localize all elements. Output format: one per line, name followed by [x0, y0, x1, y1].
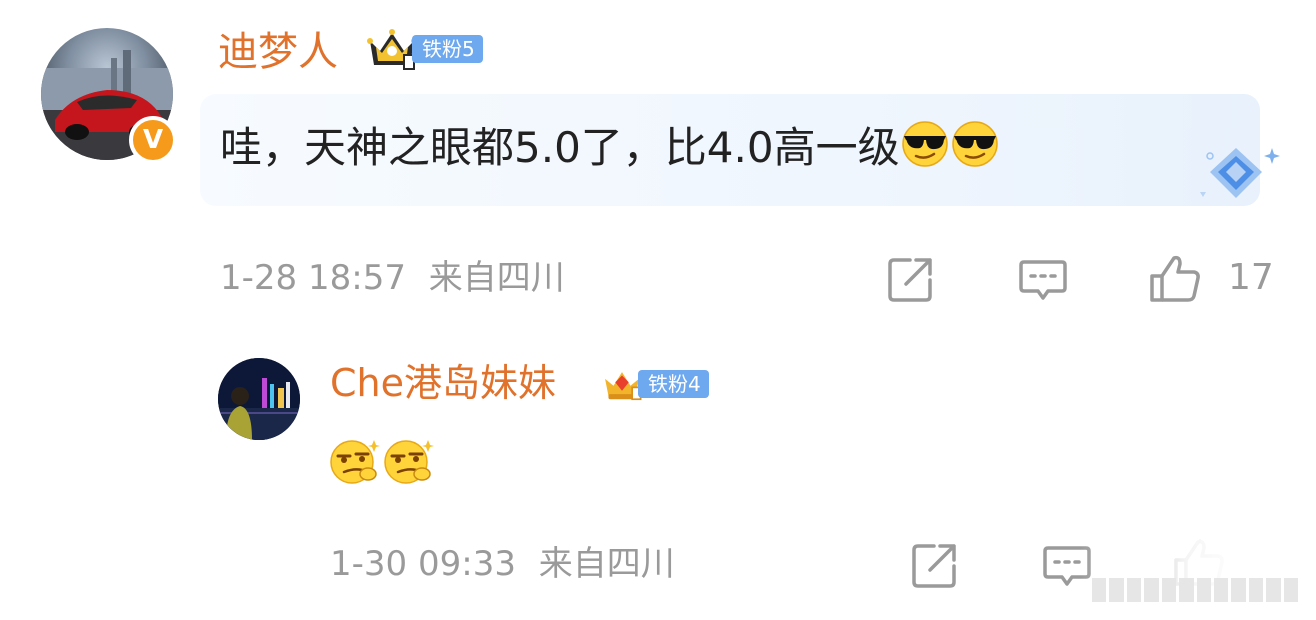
- comment-meta: 1-28 18:57 来自四川: [220, 256, 565, 300]
- cool-sunglasses-emoji-icon: [951, 121, 998, 167]
- username[interactable]: 迪梦人: [218, 26, 338, 78]
- smirk-emoji-icon: [330, 440, 380, 484]
- diamond-decoration-icon: [1200, 148, 1280, 198]
- reply-timestamp: 1-30 09:33: [330, 544, 516, 584]
- like-count: 17: [1228, 257, 1274, 298]
- share-icon[interactable]: [910, 540, 960, 590]
- reply-emoji-row: [328, 434, 434, 486]
- reply-username[interactable]: Che港岛妹妹: [330, 358, 556, 408]
- reply-meta: 1-30 09:33 来自四川: [330, 542, 675, 586]
- reply-location: 来自四川: [538, 544, 675, 584]
- reply-avatar[interactable]: [218, 358, 300, 440]
- cool-sunglasses-emoji-icon: [901, 121, 948, 167]
- watermark-strip: [1092, 578, 1299, 602]
- location: 来自四川: [428, 258, 565, 298]
- verified-badge: V: [129, 116, 177, 164]
- smirk-emoji-icon: [384, 440, 434, 484]
- crown-icon: [367, 29, 417, 70]
- night-city-photo: [218, 358, 300, 440]
- comment-icon[interactable]: [1018, 254, 1068, 304]
- share-icon[interactable]: [886, 254, 936, 304]
- comment-text-row: 哇，天神之眼都5.0了，比4.0高一级: [220, 118, 1000, 176]
- comment-text: 哇，天神之眼都5.0了，比4.0高一级: [220, 123, 900, 172]
- thumbs-up-icon[interactable]: [1148, 252, 1202, 306]
- reply-fan-level-tag: 铁粉4: [638, 370, 709, 398]
- fan-level-tag: 铁粉5: [412, 35, 483, 63]
- timestamp: 1-28 18:57: [220, 258, 406, 298]
- fan-badge[interactable]: 铁粉5: [366, 29, 483, 70]
- reply-fan-badge[interactable]: 铁粉4: [600, 369, 709, 401]
